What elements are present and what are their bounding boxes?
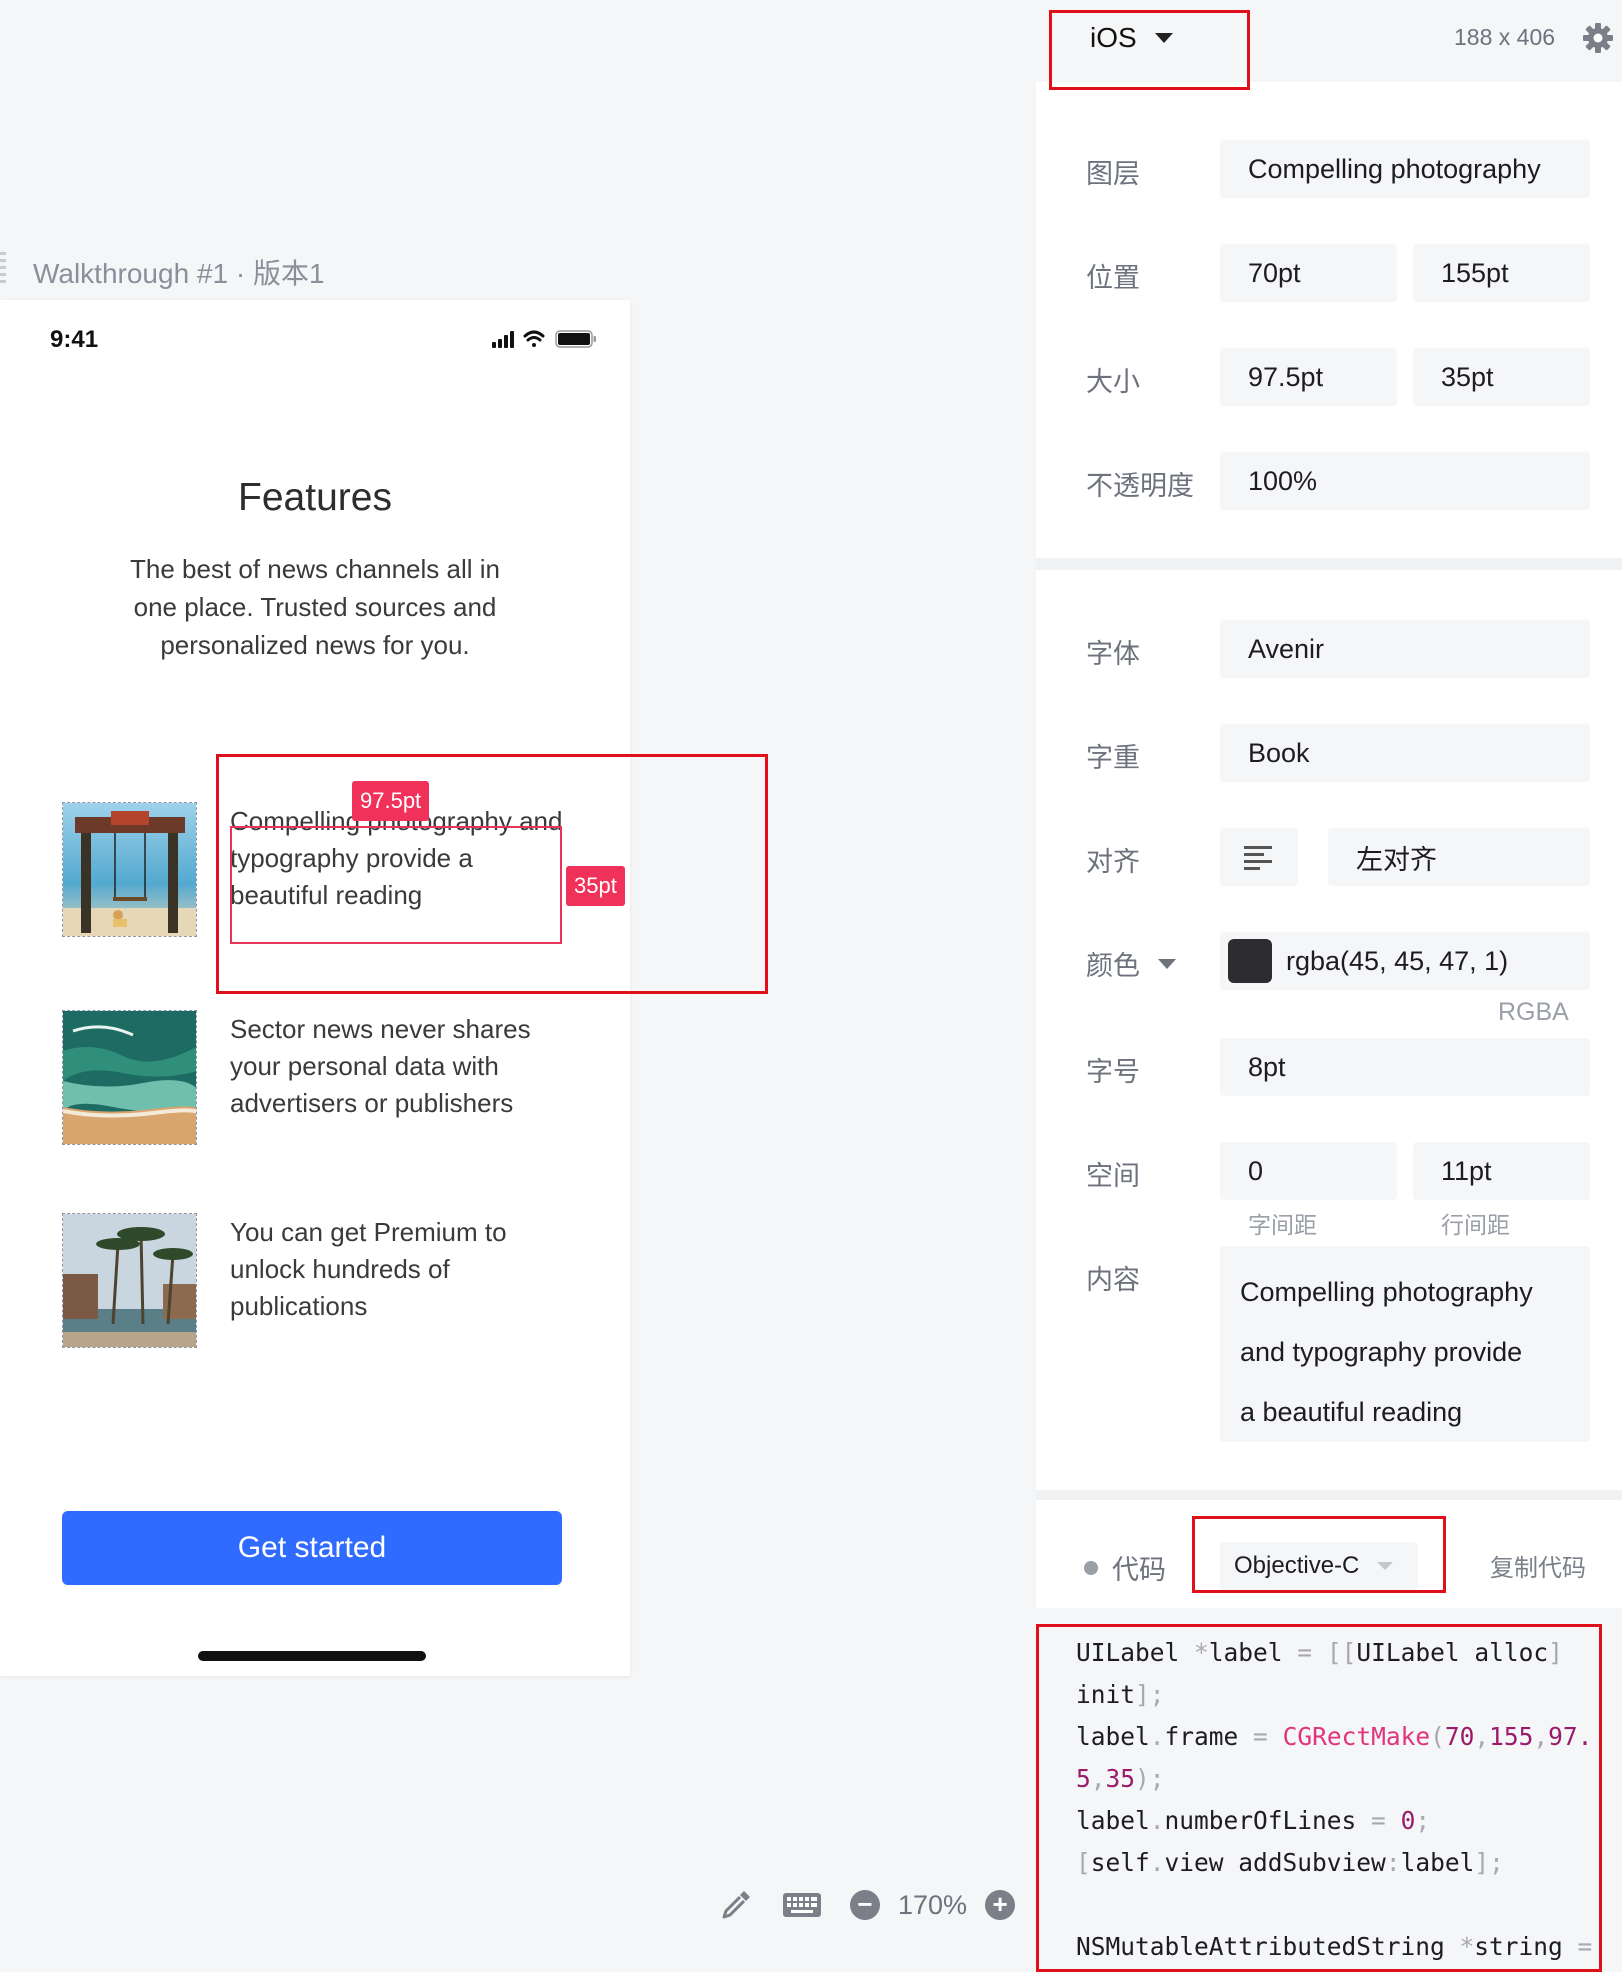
code-highlight-box: [1036, 1624, 1602, 1972]
spacing-label: 空间: [1086, 1161, 1140, 1191]
layer-name-field[interactable]: Compelling photography: [1220, 140, 1590, 198]
content-line: a beautiful reading: [1240, 1397, 1463, 1427]
inspector-panel: iOS 188 x 406 图层 Compelling photography …: [1036, 0, 1622, 1972]
color-value: rgba(45, 45, 47, 1): [1286, 945, 1509, 976]
color-label: 颜色: [1086, 951, 1140, 981]
content-line: and typography provide: [1240, 1337, 1523, 1367]
copy-code-button[interactable]: 复制代码: [1490, 1548, 1586, 1583]
feature-text-3[interactable]: You can get Premium to unlock hundreds o…: [230, 1214, 570, 1325]
platform-highlight-box: [1049, 10, 1250, 90]
color-swatch[interactable]: [1228, 939, 1272, 983]
zoom-out-button[interactable]: −: [850, 1890, 880, 1920]
letter-spacing-field[interactable]: 0: [1220, 1142, 1397, 1200]
font-size-field[interactable]: 8pt: [1220, 1038, 1590, 1096]
artboard-dimensions: 188 x 406: [1454, 24, 1556, 50]
font-weight-label: 字重: [1086, 743, 1140, 773]
get-started-button[interactable]: Get started: [62, 1511, 562, 1585]
design-canvas[interactable]: Walkthrough #1 · 版本1 9:41 Features The b…: [0, 0, 1035, 1972]
font-weight-field[interactable]: Book: [1220, 724, 1590, 782]
size-height-field[interactable]: 35pt: [1413, 348, 1590, 406]
color-field[interactable]: rgba(45, 45, 47, 1): [1220, 932, 1590, 990]
zoom-level: 170%: [898, 1889, 968, 1920]
beach-swing-illustration: [63, 803, 196, 936]
size-width-field[interactable]: 97.5pt: [1220, 348, 1397, 406]
feature-image-shore[interactable]: [62, 1010, 197, 1145]
feature-text-2[interactable]: Sector news never shares your personal d…: [230, 1011, 570, 1122]
features-description: The best of news channels all in one pla…: [130, 554, 500, 660]
eyedropper-icon[interactable]: [718, 1887, 754, 1923]
section-divider: [1036, 558, 1622, 570]
line-height-field[interactable]: 11pt: [1413, 1142, 1590, 1200]
width-measure-tag: 97.5pt: [352, 781, 430, 821]
signal-icon: [492, 331, 514, 348]
features-title: Features: [238, 476, 392, 519]
status-bar-time: 9:41: [50, 326, 99, 353]
feature-image-palms[interactable]: [62, 1213, 197, 1348]
selected-layer-outline: [230, 826, 562, 944]
content-label: 内容: [1086, 1265, 1140, 1295]
zoom-in-button[interactable]: +: [985, 1890, 1016, 1920]
position-y-field[interactable]: 155pt: [1413, 244, 1590, 302]
font-family-field[interactable]: Avenir: [1220, 620, 1590, 678]
color-mode-toggle[interactable]: 颜色: [1086, 944, 1176, 983]
color-format-label: RGBA: [1498, 998, 1569, 1026]
position-x-field[interactable]: 70pt: [1220, 244, 1397, 302]
aerial-shore-illustration: [63, 1011, 196, 1144]
feature-image-swing[interactable]: [62, 802, 197, 937]
artboard-drag-handle[interactable]: [0, 252, 6, 284]
align-label: 对齐: [1086, 847, 1140, 877]
artboard-title[interactable]: Walkthrough #1 · 版本1: [33, 252, 325, 292]
battery-icon: [555, 330, 596, 348]
size-label: 大小: [1086, 367, 1140, 397]
gear-icon[interactable]: [1582, 22, 1614, 54]
palm-resort-illustration: [63, 1214, 196, 1347]
align-value-field[interactable]: 左对齐: [1328, 828, 1590, 886]
keyboard-icon[interactable]: [782, 1890, 822, 1920]
position-label: 位置: [1086, 263, 1140, 293]
language-highlight-box: [1192, 1516, 1446, 1593]
code-label: 代码: [1112, 1555, 1166, 1585]
height-measure-tag: 35pt: [566, 866, 625, 906]
opacity-field[interactable]: 100%: [1220, 452, 1590, 510]
align-left-icon: [1244, 846, 1272, 870]
letter-spacing-caption: 字间距: [1248, 1212, 1317, 1238]
zoom-toolbar: − 170% +: [718, 1885, 1016, 1925]
content-line: Compelling photography: [1240, 1277, 1533, 1307]
line-height-caption: 行间距: [1441, 1212, 1510, 1238]
chevron-down-icon: [1158, 958, 1176, 969]
align-icon-button[interactable]: [1220, 828, 1298, 886]
status-bar-icons: [492, 330, 596, 348]
opacity-label: 不透明度: [1086, 471, 1194, 501]
layer-label: 图层: [1086, 159, 1140, 189]
section-divider: [1036, 1490, 1622, 1500]
home-indicator: [198, 1651, 426, 1661]
code-section-header: 代码: [1084, 1548, 1166, 1587]
bullet-dot-icon: [1084, 1560, 1098, 1575]
font-size-label: 字号: [1086, 1057, 1140, 1087]
font-label: 字体: [1086, 639, 1140, 669]
wifi-icon: [523, 330, 545, 347]
content-text-field[interactable]: Compelling photography and typography pr…: [1220, 1246, 1590, 1442]
